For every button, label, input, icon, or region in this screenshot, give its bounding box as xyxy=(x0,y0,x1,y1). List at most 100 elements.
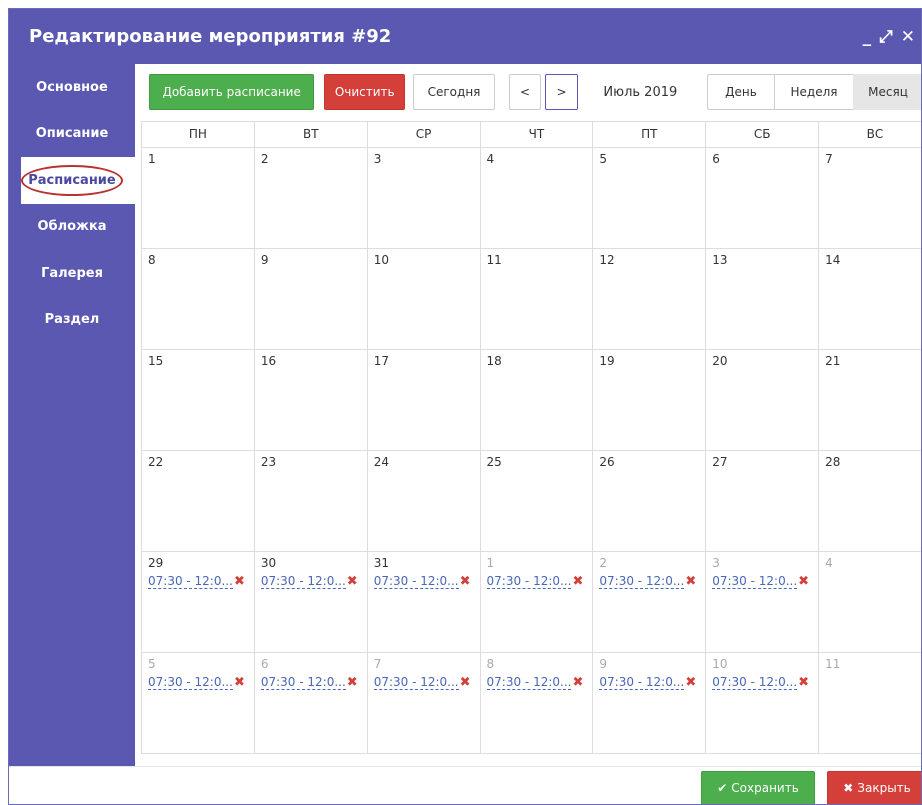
calendar-day-cell[interactable]: 6 07:30 - 12:0... ✖ xyxy=(253,653,367,753)
calendar-day-cell[interactable]: 13 xyxy=(705,249,818,349)
calendar-day-cell[interactable]: 31 07:30 - 12:0... ✖ xyxy=(366,552,480,652)
close-icon[interactable]: ✕ xyxy=(901,27,915,47)
calendar-day-cell[interactable]: 17 xyxy=(366,350,480,450)
view-week-button[interactable]: Неделя xyxy=(774,74,855,110)
delete-event-icon[interactable]: ✖ xyxy=(460,574,471,589)
calendar-day-cell[interactable]: 15 xyxy=(141,350,254,450)
calendar-day-cell[interactable]: 25 xyxy=(479,451,593,551)
delete-event-icon[interactable]: ✖ xyxy=(347,574,358,589)
checkmark-icon: ✔ xyxy=(717,781,728,795)
event-time-link[interactable]: 07:30 - 12:0... xyxy=(148,574,233,589)
calendar-day-cell[interactable]: 23 xyxy=(253,451,367,551)
event-time-link[interactable]: 07:30 - 12:0... xyxy=(148,675,233,690)
maximize-icon[interactable]: ⤢ xyxy=(879,27,893,47)
save-button[interactable]: ✔ Сохранить xyxy=(701,771,815,804)
calendar-week-row: 15 16 17 18 19 20 21 xyxy=(141,350,921,451)
delete-event-icon[interactable]: ✖ xyxy=(460,675,471,690)
calendar-day-cell[interactable]: 1 07:30 - 12:0... ✖ xyxy=(479,552,593,652)
sidebar-item-cover[interactable]: Обложка xyxy=(9,204,135,251)
clear-button[interactable]: Очистить xyxy=(324,74,406,110)
event-time-link[interactable]: 07:30 - 12:0... xyxy=(260,675,346,690)
event-time-link[interactable]: 07:30 - 12:0... xyxy=(599,574,685,589)
day-number: 1 xyxy=(148,152,156,166)
calendar-day-cell[interactable]: 28 xyxy=(818,451,921,551)
event-time-link[interactable]: 07:30 - 12:0... xyxy=(486,574,572,589)
sidebar-item-gallery[interactable]: Галерея xyxy=(9,250,135,297)
view-month-button[interactable]: Месяц xyxy=(853,74,921,110)
weekday-header: ПН ВТ СР ЧТ ПТ СБ ВС xyxy=(141,121,921,148)
calendar-day-cell[interactable]: 27 xyxy=(705,451,818,551)
event-time-link[interactable]: 07:30 - 12:0... xyxy=(373,675,459,690)
calendar-day-cell[interactable]: 6 xyxy=(705,148,818,248)
delete-event-icon[interactable]: ✖ xyxy=(685,675,696,690)
calendar-day-cell[interactable]: 26 xyxy=(592,451,705,551)
sidebar-item-schedule[interactable]: Расписание xyxy=(21,157,135,204)
calendar-day-cell[interactable]: 18 xyxy=(479,350,593,450)
sidebar-item-main[interactable]: Основное xyxy=(9,64,135,111)
delete-event-icon[interactable]: ✖ xyxy=(234,675,245,690)
calendar-day-cell[interactable]: 10 07:30 - 12:0... ✖ xyxy=(705,653,818,753)
sidebar-item-section[interactable]: Раздел xyxy=(9,297,135,344)
sidebar-item-label: Описание xyxy=(35,126,109,142)
weekday-label: ВС xyxy=(818,122,921,147)
calendar-day-cell[interactable]: 2 07:30 - 12:0... ✖ xyxy=(592,552,705,652)
event-time-link[interactable]: 07:30 - 12:0... xyxy=(599,675,685,690)
delete-event-icon[interactable]: ✖ xyxy=(685,574,696,589)
delete-event-icon[interactable]: ✖ xyxy=(347,675,358,690)
minimize-icon[interactable]: _ xyxy=(863,27,872,47)
day-number: 10 xyxy=(373,253,389,267)
event-time-link[interactable]: 07:30 - 12:0... xyxy=(373,574,459,589)
calendar-day-cell[interactable]: 22 xyxy=(141,451,254,551)
calendar-day-cell[interactable]: 5 07:30 - 12:0... ✖ xyxy=(141,653,254,753)
calendar-day-cell[interactable]: 5 xyxy=(592,148,705,248)
calendar-day-cell[interactable]: 12 xyxy=(592,249,705,349)
close-button[interactable]: ✖ Закрыть xyxy=(827,771,921,804)
view-day-button[interactable]: День xyxy=(707,74,776,110)
delete-event-icon[interactable]: ✖ xyxy=(798,675,809,690)
calendar-day-cell[interactable]: 3 xyxy=(366,148,480,248)
calendar-day-cell[interactable]: 16 xyxy=(253,350,367,450)
add-schedule-button[interactable]: Добавить расписание xyxy=(149,74,315,110)
day-number: 9 xyxy=(260,253,269,267)
calendar-day-cell[interactable]: 3 07:30 - 12:0... ✖ xyxy=(705,552,818,652)
delete-event-icon[interactable]: ✖ xyxy=(572,574,583,589)
delete-event-icon[interactable]: ✖ xyxy=(572,675,583,690)
calendar-day-cell[interactable]: 11 xyxy=(479,249,593,349)
calendar-day-cell[interactable]: 29 07:30 - 12:0... ✖ xyxy=(141,552,254,652)
calendar-day-cell[interactable]: 11 xyxy=(818,653,921,753)
day-number: 23 xyxy=(260,455,277,469)
today-button[interactable]: Сегодня xyxy=(413,74,495,110)
calendar-day-cell[interactable]: 1 xyxy=(141,148,254,248)
calendar-day-cell[interactable]: 9 xyxy=(253,249,367,349)
calendar-day-cell[interactable]: 19 xyxy=(592,350,705,450)
calendar-toolbar: Добавить расписание Очистить Сегодня < >… xyxy=(135,64,921,120)
next-month-button[interactable]: > xyxy=(545,74,578,110)
day-number: 14 xyxy=(825,253,841,267)
calendar-day-cell[interactable]: 9 07:30 - 12:0... ✖ xyxy=(592,653,705,753)
calendar-day-cell[interactable]: 20 xyxy=(705,350,818,450)
save-button-label: Сохранить xyxy=(731,781,799,795)
sidebar-item-description[interactable]: Описание xyxy=(9,111,135,158)
calendar-day-cell[interactable]: 14 xyxy=(818,249,921,349)
calendar-day-cell[interactable]: 24 xyxy=(366,451,480,551)
delete-event-icon[interactable]: ✖ xyxy=(234,574,245,589)
calendar-day-cell[interactable]: 7 07:30 - 12:0... ✖ xyxy=(366,653,480,753)
calendar-day-cell[interactable]: 2 xyxy=(253,148,367,248)
weekday-label: ЧТ xyxy=(479,122,593,147)
calendar-day-cell[interactable]: 8 xyxy=(141,249,254,349)
calendar-day-cell[interactable]: 21 xyxy=(818,350,921,450)
event-time-link[interactable]: 07:30 - 12:0... xyxy=(260,574,346,589)
view-switcher: День Неделя Месяц xyxy=(707,74,921,110)
calendar-day-cell[interactable]: 30 07:30 - 12:0... ✖ xyxy=(253,552,367,652)
delete-event-icon[interactable]: ✖ xyxy=(798,574,809,589)
event-time-link[interactable]: 07:30 - 12:0... xyxy=(486,675,572,690)
calendar-day-cell[interactable]: 10 xyxy=(366,249,480,349)
calendar-day-cell[interactable]: 8 07:30 - 12:0... ✖ xyxy=(479,653,593,753)
calendar-day-cell[interactable]: 7 xyxy=(818,148,921,248)
event-time-link[interactable]: 07:30 - 12:0... xyxy=(712,675,798,690)
calendar-day-cell[interactable]: 4 xyxy=(818,552,921,652)
prev-month-button[interactable]: < xyxy=(508,74,542,110)
event-time-link[interactable]: 07:30 - 12:0... xyxy=(712,574,798,589)
sidebar-item-label: Раздел xyxy=(44,312,100,328)
calendar-day-cell[interactable]: 4 xyxy=(479,148,593,248)
